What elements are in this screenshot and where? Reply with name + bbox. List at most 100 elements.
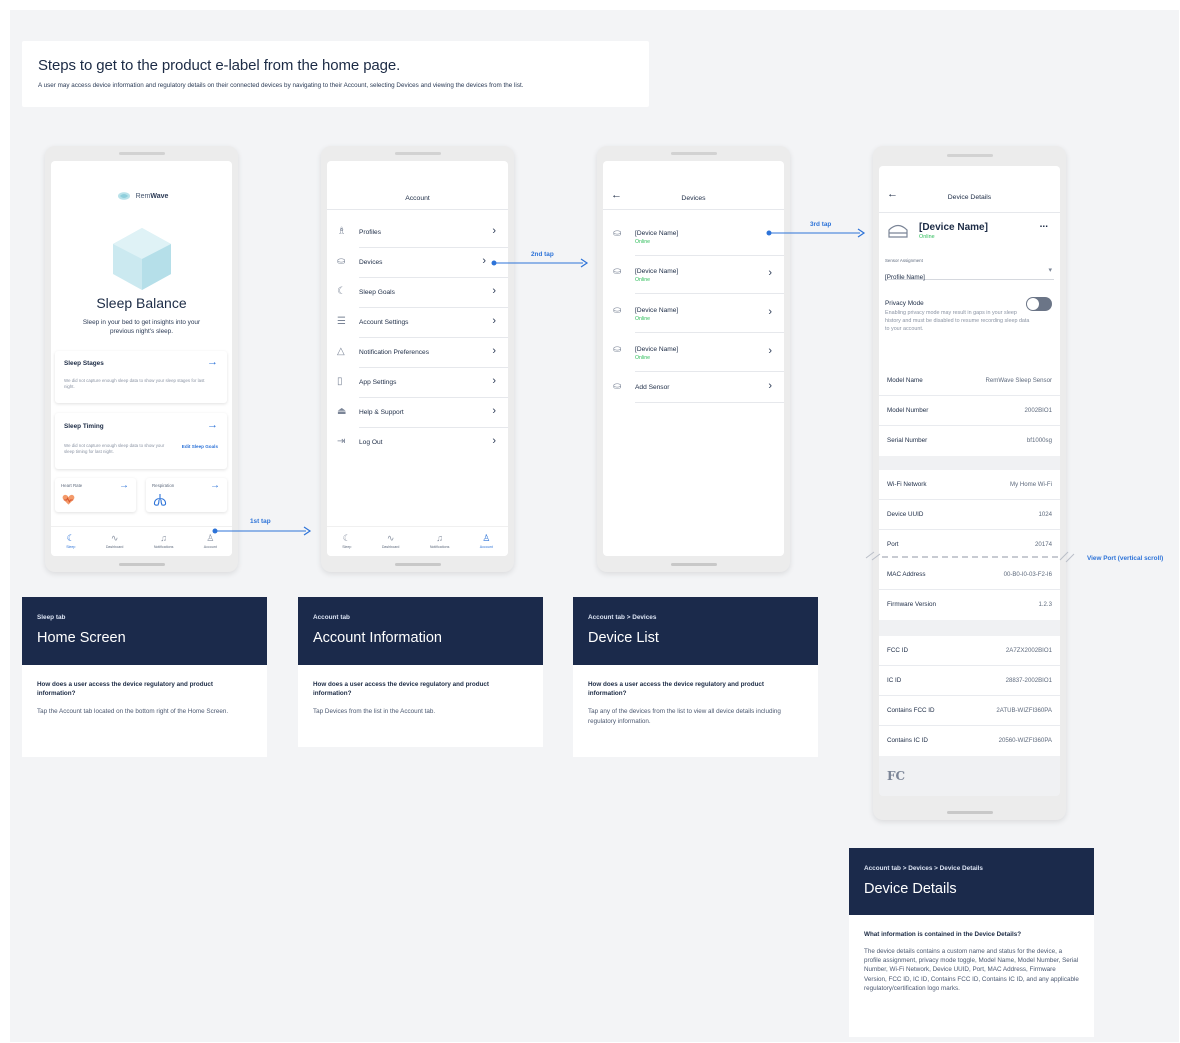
info-card-title: Account Information: [313, 630, 442, 646]
privacy-mode-toggle[interactable]: [1026, 297, 1052, 311]
sliders-icon: ☰: [337, 316, 346, 327]
privacy-mode-title: Privacy Mode: [885, 300, 924, 307]
info-card-body-details: What information is contained in the Dev…: [849, 915, 1094, 1037]
account-item-account-settings[interactable]: ☰ Account Settings ›: [327, 308, 508, 338]
heart-icon: [62, 494, 75, 505]
info-card-question: How does a user access the device regula…: [588, 681, 765, 697]
tap2-arrow: [491, 258, 589, 268]
info-card-title: Device Details: [864, 881, 957, 897]
account-item-notification-preferences[interactable]: △ Notification Preferences ›: [327, 338, 508, 368]
device-row[interactable]: ⛀ [Device Name] Online ›: [603, 334, 784, 372]
sleep-timing-body: We did not capture enough sleep data to …: [64, 443, 165, 455]
bell-icon: ♫: [436, 533, 443, 543]
help-icon: ⏏: [337, 406, 347, 417]
arrow-right-icon: →: [119, 480, 129, 491]
home-title: Sleep Balance: [96, 295, 187, 311]
speaker: [394, 152, 441, 155]
info-card-header-account: Account tab Account Information: [298, 597, 543, 665]
tab-notifications[interactable]: ♫ Notifications: [430, 533, 450, 550]
home-screen: Rem Wave Sleep Balance Sleep in your bed …: [51, 161, 232, 556]
info-card-header-devices: Account tab > Devices Device List: [573, 597, 818, 665]
respiration-card[interactable]: Respiration →: [146, 478, 227, 512]
header-divider: [327, 209, 508, 210]
info-card-question: How does a user access the device regula…: [313, 681, 490, 697]
info-card-eyebrow: Account tab: [313, 614, 350, 621]
info-card-question: How does a user access the device regula…: [37, 681, 214, 697]
detail-row-device-uuid: Device UUID 1024: [879, 500, 1060, 530]
account-item-help-support[interactable]: ⏏ Help & Support ›: [327, 398, 508, 428]
sleep-timing-card[interactable]: Sleep Timing → We did not capture enough…: [55, 413, 227, 469]
bed-icon: ⛀: [613, 228, 622, 239]
tab-sleep[interactable]: ☾ Sleep: [342, 534, 351, 550]
home-indicator: [394, 563, 441, 566]
device-row[interactable]: ⛀ [Device Name] Online: [603, 218, 784, 256]
more-options-icon[interactable]: ...: [1040, 219, 1048, 230]
add-sensor-row[interactable]: ⛀ Add Sensor ›: [603, 373, 784, 403]
account-item-profiles[interactable]: ♗ Profiles ›: [327, 218, 508, 248]
person-icon: ♙: [482, 533, 491, 543]
chevron-right-icon: ›: [492, 315, 496, 327]
home-subtitle: Sleep in your bed to get insights into y…: [82, 319, 201, 335]
info-card-eyebrow: Account tab > Devices: [588, 614, 657, 621]
chevron-down-icon: ▾: [1048, 267, 1052, 274]
hexagon-illustration: [113, 228, 171, 290]
viewport-line: [865, 551, 1075, 563]
arrow-right-icon: →: [210, 480, 220, 491]
account-item-app-settings[interactable]: ▯ App Settings ›: [327, 368, 508, 398]
device-row[interactable]: ⛀ [Device Name] Online ›: [603, 256, 784, 294]
page-title: Steps to get to the product e-label from…: [38, 57, 401, 74]
sleep-stages-card[interactable]: Sleep Stages → We did not capture enough…: [55, 351, 227, 403]
detail-row-contains-ic-id: Contains IC ID 20560-WIZFI360PA: [879, 726, 1060, 756]
tab-dashboard[interactable]: ∿ Dashboard: [382, 534, 400, 550]
chevron-right-icon: ›: [768, 345, 772, 357]
sleep-timing-title: Sleep Timing: [64, 423, 104, 430]
fcc-mark-icon: FC: [887, 769, 906, 783]
info-card-header-details: Account tab > Devices > Device Details D…: [849, 848, 1094, 915]
speaker: [946, 154, 993, 157]
info-card-question: What information is contained in the Dev…: [864, 931, 1022, 938]
header-divider: [603, 209, 784, 210]
page-subtitle: A user may access device information and…: [38, 82, 524, 89]
chevron-right-icon: ›: [768, 306, 772, 318]
device-row[interactable]: ⛀ [Device Name] Online ›: [603, 295, 784, 333]
info-card-body-account: How does a user access the device regula…: [298, 665, 543, 747]
chevron-right-icon: ›: [482, 255, 486, 267]
home-tabbar: ☾ Sleep ∿ Dashboard ♫ Notifications ♙ Accoun…: [51, 526, 232, 556]
account-item-log-out[interactable]: ⇥ Log Out ›: [327, 428, 508, 458]
info-card-title: Device List: [588, 630, 659, 646]
account-item-sleep-goals[interactable]: ☾ Sleep Goals ›: [327, 278, 508, 308]
phone-home: Rem Wave Sleep Balance Sleep in your bed …: [45, 146, 238, 572]
chevron-right-icon: ›: [492, 375, 496, 387]
speaker: [670, 152, 717, 155]
bed-icon: ⛀: [613, 266, 622, 277]
chevron-right-icon: ›: [492, 285, 496, 297]
tab-account[interactable]: ♙ Account: [480, 533, 493, 550]
edit-sleep-goals-link[interactable]: Edit Sleep Goals: [182, 444, 218, 449]
device-status: Online: [919, 234, 935, 240]
info-card-header-home: Sleep tab Home Screen: [22, 597, 267, 665]
tap2-label: 2nd tap: [531, 251, 554, 258]
heart-rate-card[interactable]: Heart Rate →: [55, 478, 136, 512]
bed-icon: ⛀: [613, 344, 622, 355]
tab-sleep[interactable]: ☾ Sleep: [66, 534, 75, 550]
sensor-logo-icon: [117, 192, 130, 200]
tap3-label: 3rd tap: [810, 221, 832, 228]
info-card-title: Home Screen: [37, 630, 126, 646]
brand-logo: Rem Wave: [51, 189, 232, 203]
phone-account: Account ♗ Profiles › ⛀ Devices › ☾ Sleep Goal…: [321, 146, 514, 572]
tab-dashboard[interactable]: ∿ Dashboard: [106, 534, 124, 550]
home-indicator: [670, 563, 717, 566]
phone-devices: ← Devices ⛀ [Device Name] Online ⛀ [Device …: [597, 146, 790, 572]
sensor-icon: ⛀: [613, 381, 622, 392]
detail-row-ic-id: IC ID 28837-2002BIO1: [879, 666, 1060, 696]
logout-icon: ⇥: [337, 436, 346, 447]
tab-notifications[interactable]: ♫ Notifications: [154, 534, 174, 550]
phone-icon: ▯: [337, 376, 343, 387]
brand-prefix: Rem: [135, 192, 151, 200]
toggle-knob: [1027, 298, 1039, 310]
respiration-title: Respiration: [152, 483, 175, 488]
detail-row-firmware-version: Firmware Version 1.2.3: [879, 590, 1060, 620]
sensor-assignment-select[interactable]: [Profile Name] ▾: [885, 266, 1054, 281]
account-item-devices[interactable]: ⛀ Devices ›: [327, 248, 508, 278]
chevron-right-icon: ›: [492, 405, 496, 417]
